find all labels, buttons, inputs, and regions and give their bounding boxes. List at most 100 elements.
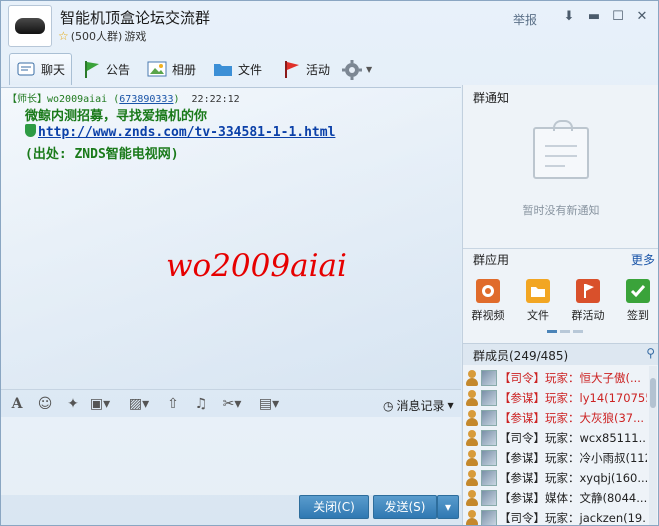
tab-activity-label: 活动 (306, 62, 331, 77)
tab-files[interactable]: 文件 (207, 53, 268, 85)
member-name: 【参谋】媒体：文静(8044... (499, 490, 647, 505)
maximize-icon[interactable]: ☐ (610, 9, 626, 25)
emoji-icon[interactable]: ☺ (37, 396, 53, 412)
member-scrollbar[interactable] (649, 366, 657, 525)
member-row[interactable]: 【司令】玩家：恒大子傲(... (465, 368, 647, 387)
checkmark-icon (626, 279, 650, 303)
search-icon[interactable]: ⚲ (646, 346, 655, 360)
divider (463, 248, 658, 249)
member-name: 【司令】玩家：恒大子傲(... (499, 370, 641, 385)
member-rank-icon (465, 489, 479, 506)
notice-board-icon (533, 120, 589, 179)
report-button[interactable]: 举报 (513, 11, 537, 28)
send-button[interactable]: 发送(S) (373, 495, 437, 519)
notice-line (545, 145, 577, 147)
watermark-text: wo2009aiai (166, 248, 347, 284)
member-row[interactable]: 【参谋】媒体：文静(8044... (465, 488, 647, 507)
gift-icon[interactable]: ▣▾ (89, 396, 111, 412)
app-group-activity[interactable]: 群活动 (569, 279, 607, 323)
image-icon[interactable]: ▨▾ (125, 396, 153, 412)
close-button[interactable]: 关闭(C) (299, 495, 369, 519)
apps-title: 群应用 (473, 253, 510, 267)
message-link[interactable]: http://www.znds.com/tv-334581-1-1.html (38, 125, 335, 140)
message-history-button[interactable]: ◷ 消息记录 ▼ (383, 397, 454, 414)
avatar (481, 489, 497, 506)
settings-menu[interactable]: ▼ (335, 53, 378, 85)
member-name: 【参谋】玩家：xyqbj(160... (499, 470, 647, 485)
tab-chat[interactable]: 聊天 (9, 53, 73, 85)
member-name: 【参谋】玩家：ly14(170755) (499, 390, 647, 405)
set-top-box-icon (15, 18, 45, 34)
activity-flag-icon (576, 279, 600, 303)
avatar (481, 369, 497, 386)
group-title: 智能机顶盒论坛交流群 (60, 9, 211, 27)
app-checkin[interactable]: 签到 (619, 279, 657, 323)
close-icon[interactable]: ✕ (634, 9, 650, 25)
more-apps-link[interactable]: 更多 (631, 251, 655, 268)
folder-icon (213, 59, 233, 79)
arrow-down-icon[interactable]: ⬇ (561, 9, 577, 25)
member-rank-icon (465, 509, 479, 525)
group-avatar[interactable] (8, 5, 52, 47)
member-row[interactable]: 【参谋】玩家：xyqbj(160... (465, 468, 647, 487)
tab-album[interactable]: 相册 (141, 53, 202, 85)
minimize-icon[interactable]: ▬ (586, 9, 602, 25)
music-icon[interactable]: ♫ (193, 396, 209, 412)
avatar (481, 409, 497, 426)
upload-icon[interactable]: ⇧ (165, 396, 181, 412)
app-label: 文件 (527, 309, 549, 322)
member-row[interactable]: 【参谋】玩家：大灰狼(37... (465, 408, 647, 427)
avatar (481, 389, 497, 406)
sender-role: 【师长】 (7, 94, 47, 105)
folder-icon (526, 279, 550, 303)
clock-icon: ◷ (383, 398, 394, 413)
member-rank-icon (465, 409, 479, 426)
message-time: 22:22:12 (191, 94, 240, 105)
tab-announcement[interactable]: 公告 (75, 53, 136, 85)
chat-history[interactable]: 【师长】wo2009aiai (673890333) 22:22:12 微鲸内测… (1, 87, 461, 389)
message-input[interactable] (1, 417, 461, 495)
app-files[interactable]: 文件 (519, 279, 557, 323)
function-toolbar: 聊天 公告 相册 文件 活动 ▼ (1, 51, 461, 87)
window-header: 智能机顶盒论坛交流群 ☆ (500人群) 游戏 举报 ⬇ ▬ ☐ ✕ (1, 1, 658, 51)
tab-album-label: 相册 (172, 62, 197, 77)
member-row[interactable]: 【司令】玩家：wcx85111... (465, 428, 647, 447)
member-row[interactable]: 【司令】玩家：jackzen(19... (465, 508, 647, 525)
send-options-button[interactable]: ▾ (437, 495, 459, 519)
message-link-line: http://www.znds.com/tv-334581-1-1.html (25, 124, 335, 140)
star-icon: ☆ (58, 29, 69, 43)
pager-dot[interactable] (547, 330, 557, 333)
app-label: 群视频 (471, 309, 505, 322)
member-row[interactable]: 【参谋】玩家：冷小雨叔(11246... (465, 448, 647, 467)
member-rank-icon (465, 429, 479, 446)
tab-activity[interactable]: 活动 (275, 53, 336, 85)
message-line-1: 微鲸内测招募，寻找爱搞机的你 (25, 109, 208, 124)
group-category[interactable]: 游戏 (124, 28, 146, 44)
pager-dot[interactable] (573, 330, 583, 333)
font-icon[interactable]: A (9, 396, 25, 412)
scrollbar-thumb[interactable] (650, 378, 656, 408)
notice-line (545, 155, 577, 157)
member-rank-icon (465, 369, 479, 386)
avatar (481, 509, 497, 525)
more-tools-icon[interactable]: ▤▾ (255, 396, 283, 412)
input-toolbar: A ☺ ✦ ▣▾ ▨▾ ⇧ ♫ ✂▾ ▤▾ ◷ 消息记录 ▼ (1, 389, 461, 417)
pager-dot[interactable] (560, 330, 570, 333)
sender-name[interactable]: wo2009aiai (47, 94, 107, 105)
member-name: 【司令】玩家：jackzen(19... (499, 510, 647, 525)
tab-announcement-label: 公告 (106, 62, 131, 77)
sender-uid[interactable]: 673890333 (119, 94, 173, 105)
shield-icon (25, 124, 36, 137)
apps-pager[interactable] (547, 330, 583, 333)
video-icon (476, 279, 500, 303)
member-rank-icon (465, 469, 479, 486)
avatar (481, 469, 497, 486)
chevron-down-icon: ▼ (366, 64, 373, 74)
scissors-icon[interactable]: ✂▾ (219, 396, 245, 412)
magic-wand-icon[interactable]: ✦ (65, 396, 81, 412)
photo-icon (147, 59, 167, 79)
qq-group-chat-window: 智能机顶盒论坛交流群 ☆ (500人群) 游戏 举报 ⬇ ▬ ☐ ✕ 聊天 公告 (0, 0, 659, 526)
app-group-video[interactable]: 群视频 (469, 279, 507, 323)
member-name: 【参谋】玩家：大灰狼(37... (499, 410, 645, 425)
member-row[interactable]: 【参谋】玩家：ly14(170755) (465, 388, 647, 407)
